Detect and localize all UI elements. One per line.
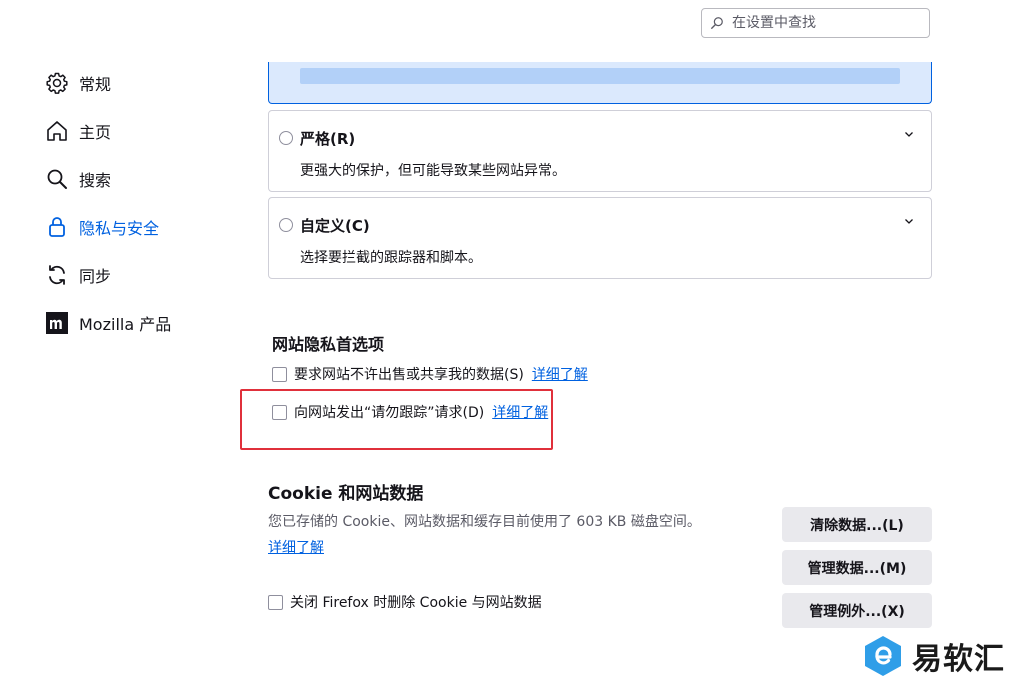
standard-protection-box — [268, 62, 932, 104]
manage-exceptions-button[interactable]: 管理例外...(X) — [782, 593, 932, 628]
gpc-row: 要求网站不许出售或共享我的数据(S) 详细了解 — [272, 364, 588, 384]
mozilla-logo-icon — [44, 310, 70, 336]
sidebar-item-search[interactable]: 搜索 — [44, 162, 111, 196]
gpc-label[interactable]: 要求网站不许出售或共享我的数据(S) — [294, 364, 524, 384]
cookies-heading: Cookie 和网站数据 — [268, 484, 424, 504]
search-input[interactable] — [730, 14, 914, 32]
strict-radio[interactable] — [279, 131, 293, 145]
delete-on-close-row: 关闭 Firefox 时删除 Cookie 与网站数据 — [268, 592, 542, 612]
sidebar-item-label: 主页 — [79, 123, 112, 142]
search-icon — [44, 166, 70, 192]
clear-data-button[interactable]: 清除数据...(L) — [782, 507, 932, 542]
strict-title: 严格(R) — [300, 130, 356, 148]
search-icon — [711, 17, 723, 29]
gear-icon — [44, 70, 70, 96]
privacy-prefs-heading: 网站隐私首选项 — [272, 335, 385, 354]
search-box[interactable] — [701, 8, 930, 38]
strict-protection-option[interactable]: 严格(R) 更强大的保护，但可能导致某些网站异常。 — [268, 110, 932, 192]
custom-protection-option[interactable]: 自定义(C) 选择要拦截的跟踪器和脚本。 — [268, 197, 932, 279]
sidebar-item-label: 常规 — [79, 75, 112, 94]
cookies-learn-more-link[interactable]: 详细了解 — [268, 537, 324, 557]
standard-protection-inner — [300, 68, 900, 84]
sidebar-item-general[interactable]: 常规 — [44, 66, 111, 100]
delete-on-close-checkbox[interactable] — [268, 594, 283, 610]
sidebar-item-sync[interactable]: 同步 — [44, 258, 111, 292]
highlight-annotation-box — [240, 389, 553, 450]
custom-title: 自定义(C) — [300, 217, 370, 235]
sync-icon — [44, 262, 70, 288]
delete-on-close-label[interactable]: 关闭 Firefox 时删除 Cookie 与网站数据 — [290, 592, 542, 612]
sidebar-item-label: 搜索 — [79, 171, 112, 190]
sidebar-item-home[interactable]: 主页 — [44, 114, 111, 148]
sidebar-item-label: 隐私与安全 — [79, 219, 160, 238]
sidebar-item-label: Mozilla 产品 — [79, 315, 172, 334]
watermark: 易软汇 — [862, 634, 1005, 678]
lock-icon — [44, 214, 70, 240]
strict-description: 更强大的保护，但可能导致某些网站异常。 — [300, 163, 566, 179]
sidebar-item-privacy[interactable]: 隐私与安全 — [44, 210, 159, 244]
chevron-down-icon[interactable] — [903, 215, 915, 227]
custom-description: 选择要拦截的跟踪器和脚本。 — [300, 250, 482, 266]
manage-data-button[interactable]: 管理数据...(M) — [782, 550, 932, 585]
watermark-logo-icon — [865, 636, 901, 676]
home-icon — [44, 118, 70, 144]
custom-radio[interactable] — [279, 218, 293, 232]
watermark-text: 易软汇 — [912, 642, 1005, 677]
gpc-checkbox[interactable] — [272, 366, 287, 382]
sidebar-item-label: 同步 — [79, 267, 112, 286]
cookies-description: 您已存储的 Cookie、网站数据和缓存目前使用了 603 KB 磁盘空间。 — [268, 514, 701, 530]
gpc-learn-more-link[interactable]: 详细了解 — [532, 364, 588, 384]
chevron-down-icon[interactable] — [903, 128, 915, 140]
sidebar-item-mozilla[interactable]: Mozilla 产品 — [44, 306, 171, 340]
